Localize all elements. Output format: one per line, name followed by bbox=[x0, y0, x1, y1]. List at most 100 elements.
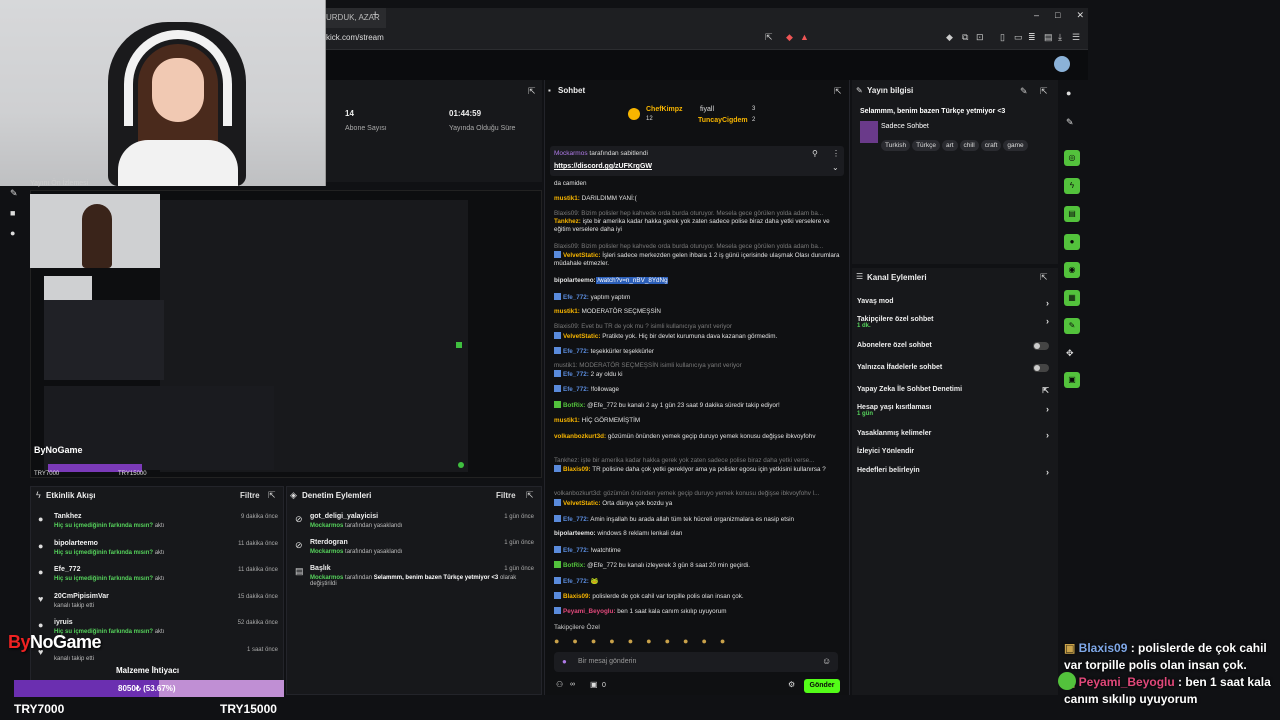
tag[interactable]: Türkçe bbox=[912, 140, 940, 151]
chevron-right-icon[interactable]: › bbox=[1046, 298, 1049, 308]
chevron-right-icon[interactable]: › bbox=[1046, 430, 1049, 440]
expand-icon[interactable]: ⇱ bbox=[1040, 86, 1048, 97]
action-row[interactable]: İzleyici Yönlendir bbox=[857, 448, 1053, 455]
shield-icon[interactable]: ◆ bbox=[786, 32, 793, 43]
chat-username[interactable]: Peyami_Beyoglu: bbox=[563, 608, 616, 615]
gear-icon[interactable]: ⚙ bbox=[788, 680, 795, 689]
menu-icon[interactable]: ☰ bbox=[1072, 32, 1080, 43]
mic-icon[interactable]: ● bbox=[562, 657, 567, 666]
chat-username[interactable]: mustik1: bbox=[554, 195, 580, 202]
moderation-filter[interactable]: Filtre bbox=[496, 491, 516, 500]
moderation-title[interactable]: Başlık bbox=[310, 565, 331, 572]
url-field[interactable]: kick.com/stream bbox=[326, 33, 384, 42]
expand-icon[interactable]: ⇱ bbox=[834, 86, 842, 97]
external-link-icon[interactable]: ⇱ bbox=[1042, 386, 1049, 395]
camera-icon[interactable]: ■ bbox=[10, 208, 15, 218]
chat-username[interactable]: VelvetStatic: bbox=[563, 333, 600, 340]
clapper-icon[interactable]: ▣ bbox=[1064, 372, 1080, 388]
chat-username[interactable]: Efe_772: bbox=[563, 294, 589, 301]
bolt-icon[interactable]: ϟ bbox=[1064, 178, 1080, 194]
chat-username[interactable]: VelvetStatic: bbox=[563, 252, 600, 259]
apps-icon[interactable]: ✥ bbox=[1066, 348, 1074, 359]
chat-username[interactable]: Efe_772: bbox=[563, 371, 589, 378]
avatar[interactable] bbox=[1054, 56, 1070, 72]
chat-username[interactable]: Efe_772: bbox=[563, 386, 589, 393]
broadcast-icon[interactable]: ◉ bbox=[1064, 262, 1080, 278]
moderation-title[interactable]: got_deligi_yalayicisi bbox=[310, 513, 378, 520]
chat-username[interactable]: Efe_772: bbox=[563, 516, 589, 523]
toggle-switch[interactable] bbox=[1033, 364, 1049, 372]
expand-icon[interactable]: ⇱ bbox=[526, 490, 534, 501]
expand-icon[interactable]: ⇱ bbox=[1040, 272, 1048, 283]
puzzle-icon[interactable]: ⧉ bbox=[962, 32, 968, 43]
activity-name[interactable]: 20CmPipisimVar bbox=[54, 593, 109, 600]
action-row[interactable]: Yasaklanmış kelimeler › bbox=[857, 430, 1053, 440]
chat-username[interactable]: volkanbozkurt3d: bbox=[554, 433, 606, 440]
expand-icon[interactable]: ⇱ bbox=[528, 86, 536, 97]
chat-username[interactable]: Blaxis09: bbox=[563, 466, 591, 473]
chat-username[interactable]: mustik1: bbox=[554, 417, 580, 424]
chevron-right-icon[interactable]: › bbox=[1046, 316, 1049, 326]
action-row[interactable]: Yalnızca İfadelerle sohbet bbox=[857, 364, 1053, 372]
chevron-right-icon[interactable]: › bbox=[1046, 467, 1049, 477]
tag[interactable]: art bbox=[941, 140, 958, 151]
panel-icon[interactable]: ▦ bbox=[1064, 290, 1080, 306]
send-button[interactable]: Gönder bbox=[804, 679, 840, 693]
chat-username[interactable]: mustik1: bbox=[554, 308, 580, 315]
chevron-down-icon[interactable]: ⌄ bbox=[832, 163, 839, 172]
target-icon[interactable]: ◎ bbox=[1064, 150, 1080, 166]
tag[interactable]: craft bbox=[980, 140, 1002, 151]
chat-username[interactable]: Efe_772: bbox=[563, 578, 589, 585]
emote-bar[interactable]: ●●●●●●●●●● bbox=[554, 636, 840, 648]
tag[interactable]: chill bbox=[959, 140, 979, 151]
minimize-icon[interactable]: – bbox=[1034, 10, 1039, 21]
maximize-icon[interactable]: □ bbox=[1055, 10, 1060, 21]
wallet-icon[interactable]: ▤ bbox=[1044, 32, 1053, 43]
chat-bubble-icon[interactable]: ● bbox=[1064, 234, 1080, 250]
action-row[interactable]: Takipçilere özel sohbet 1 dk. › bbox=[857, 316, 1053, 329]
screenshot-icon[interactable]: ⊡ bbox=[976, 32, 984, 43]
reading-icon[interactable]: ≣ bbox=[1028, 32, 1036, 43]
download-icon[interactable]: ⤓ bbox=[1058, 32, 1062, 43]
tab-icon[interactable]: ▭ bbox=[1014, 32, 1023, 43]
activity-filter[interactable]: Filtre bbox=[240, 491, 260, 500]
toggle-switch[interactable] bbox=[1033, 342, 1049, 350]
book-icon[interactable]: ▤ bbox=[1064, 206, 1080, 222]
activity-name[interactable]: iyruis bbox=[54, 619, 73, 626]
pin-icon[interactable]: ⚲ bbox=[812, 149, 818, 158]
chat-username[interactable]: Tankhez: bbox=[554, 218, 581, 225]
share-icon[interactable]: ⇱ bbox=[765, 32, 773, 43]
moderation-title[interactable]: Rterdogran bbox=[310, 539, 348, 546]
pin-icon[interactable]: ✎ bbox=[10, 188, 18, 199]
chat-username[interactable]: bipolarteemo: bbox=[554, 277, 596, 284]
chevron-right-icon[interactable]: › bbox=[1046, 404, 1049, 414]
chat-username[interactable]: BotRix: bbox=[563, 402, 585, 409]
chat-username[interactable]: Efe_772: bbox=[563, 348, 589, 355]
edit-icon[interactable]: ✎ bbox=[1020, 86, 1028, 97]
chat-username[interactable]: Efe_772: bbox=[563, 547, 589, 554]
action-row[interactable]: Hesap yaşı kısıtlaması 1 gün › bbox=[857, 404, 1053, 417]
pen-icon[interactable]: ✎ bbox=[1066, 117, 1074, 128]
category-name[interactable]: Sadece Sohbet bbox=[881, 123, 929, 130]
close-icon[interactable]: ✕ bbox=[1076, 10, 1084, 21]
user-icon[interactable]: ● bbox=[10, 228, 15, 238]
action-row[interactable]: Abonelere özel sohbet bbox=[857, 342, 1053, 350]
chat-username[interactable]: BotRix: bbox=[563, 562, 585, 569]
more-icon[interactable]: ⋮ bbox=[832, 149, 840, 158]
emoji-icon[interactable]: ☺ bbox=[822, 656, 831, 666]
leader-name[interactable]: TuncayCigdem bbox=[698, 117, 748, 124]
leader-name[interactable]: fiyall bbox=[700, 106, 714, 113]
tag[interactable]: Turkish bbox=[881, 140, 911, 151]
chat-username[interactable]: bipolarteemo: bbox=[554, 530, 596, 537]
tag[interactable]: game bbox=[1003, 140, 1028, 151]
chat-username[interactable]: Blaxis09: bbox=[563, 593, 591, 600]
chat-input-placeholder[interactable]: Bir mesaj gönderin bbox=[578, 658, 636, 665]
pinned-link[interactable]: https://discord.gg/zUFKrgGW bbox=[554, 163, 652, 170]
sidebar-icon[interactable]: ▯ bbox=[1000, 32, 1005, 43]
chat-username[interactable]: VelvetStatic: bbox=[563, 500, 600, 507]
activity-name[interactable]: Tankhez bbox=[54, 513, 82, 520]
new-tab-icon[interactable]: + bbox=[372, 9, 378, 21]
extension-icon[interactable]: ◆ bbox=[946, 32, 953, 43]
action-row[interactable]: Hedefleri belirleyin › bbox=[857, 467, 1053, 477]
info-icon[interactable]: ● bbox=[1066, 88, 1071, 98]
